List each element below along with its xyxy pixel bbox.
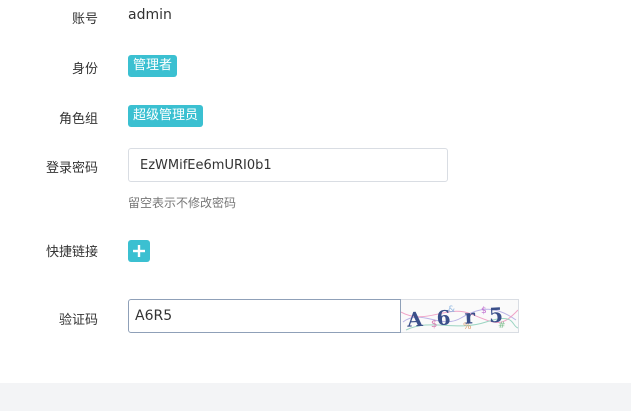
identity-label: 身份 [71, 62, 98, 77]
account-label: 账号 [71, 12, 98, 27]
captcha-image[interactable]: $ & % $ # A6r5 [400, 299, 519, 333]
password-help-text: 留空表示不修改密码 [128, 196, 237, 210]
profile-form: 账号 admin 身份 管理者 角色组 超级管理员 登录密码 留空表示不修改密码… [0, 0, 631, 383]
captcha-input[interactable] [128, 299, 401, 333]
password-input[interactable] [128, 148, 448, 182]
footer-bar [0, 383, 631, 411]
shortcut-label: 快捷链接 [45, 245, 98, 260]
identity-badge: 管理者 [128, 55, 178, 77]
role-group-label: 角色组 [58, 112, 98, 127]
captcha-graphic: $ & % $ # A6r5 [400, 300, 519, 332]
add-shortcut-button[interactable] [128, 240, 150, 262]
captcha-label: 验证码 [58, 313, 98, 328]
role-group-badge: 超级管理员 [128, 105, 204, 127]
password-label: 登录密码 [45, 161, 98, 176]
captcha-group: $ & % $ # A6r5 [128, 299, 519, 333]
account-value: admin [128, 7, 172, 23]
plus-icon [133, 245, 145, 257]
